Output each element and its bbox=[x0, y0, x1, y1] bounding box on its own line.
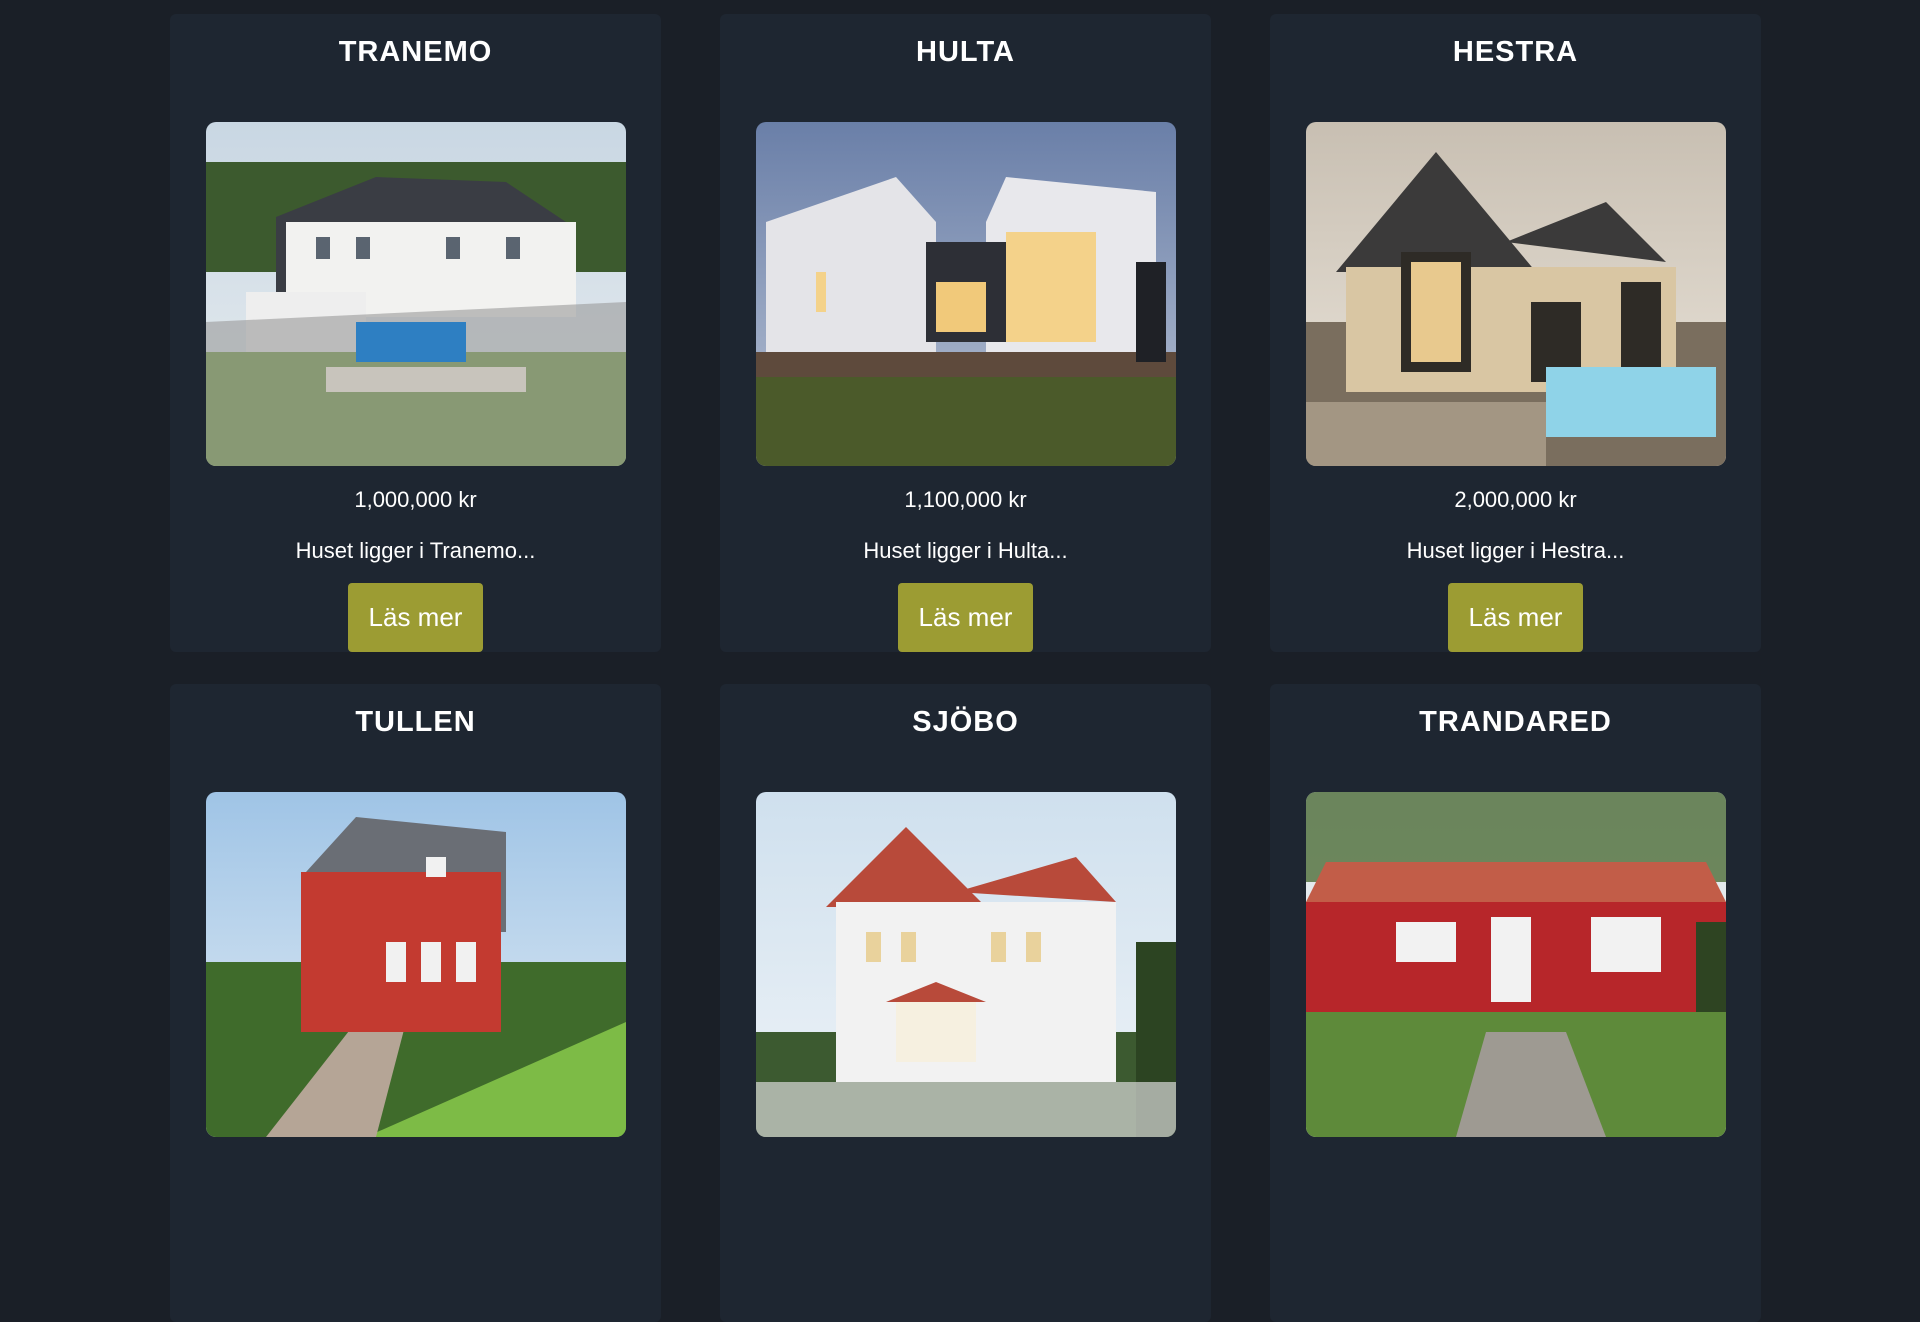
read-more-button[interactable]: Läs mer bbox=[898, 583, 1033, 652]
card-title: TRANEMO bbox=[338, 36, 493, 68]
house-card-tullen: TULLEN bbox=[170, 684, 661, 1322]
card-title: SJÖBO bbox=[912, 706, 1019, 738]
card-description: Huset ligger i Tranemo... bbox=[295, 538, 536, 564]
card-title: TRANDARED bbox=[1419, 706, 1612, 738]
card-title: HESTRA bbox=[1452, 36, 1579, 68]
house-card-trandared: TRANDARED bbox=[1270, 684, 1761, 1322]
card-price: 1,000,000 kr bbox=[354, 487, 477, 513]
card-description: Huset ligger i Hulta... bbox=[863, 538, 1068, 564]
card-title: HULTA bbox=[916, 36, 1015, 68]
house-card-hestra: HESTRA 2,000,000 kr Huset ligger i Hestr… bbox=[1270, 14, 1761, 652]
tullen-house-image bbox=[205, 792, 626, 1137]
card-price: 2,000,000 kr bbox=[1454, 487, 1577, 513]
house-card-sjobo: SJÖBO bbox=[720, 684, 1211, 1322]
card-price: 1,100,000 kr bbox=[904, 487, 1027, 513]
card-description: Huset ligger i Hestra... bbox=[1406, 538, 1625, 564]
hulta-house-image bbox=[755, 122, 1176, 467]
read-more-button[interactable]: Läs mer bbox=[1448, 583, 1583, 652]
hestra-house-image bbox=[1305, 122, 1726, 467]
card-title: TULLEN bbox=[355, 706, 476, 738]
house-card-tranemo: TRANEMO 1,000,000 kr Huset ligger i Tran… bbox=[170, 14, 661, 652]
house-card-hulta: HULTA 1,100,000 kr Huset ligger i Hulta.… bbox=[720, 14, 1211, 652]
read-more-button[interactable]: Läs mer bbox=[348, 583, 483, 652]
sjobo-house-image bbox=[755, 792, 1176, 1137]
house-card-grid: TRANEMO 1,000,000 kr Huset ligger i Tran… bbox=[170, 14, 1762, 1322]
trandared-house-image bbox=[1305, 792, 1726, 1137]
tranemo-house-image bbox=[205, 122, 626, 467]
